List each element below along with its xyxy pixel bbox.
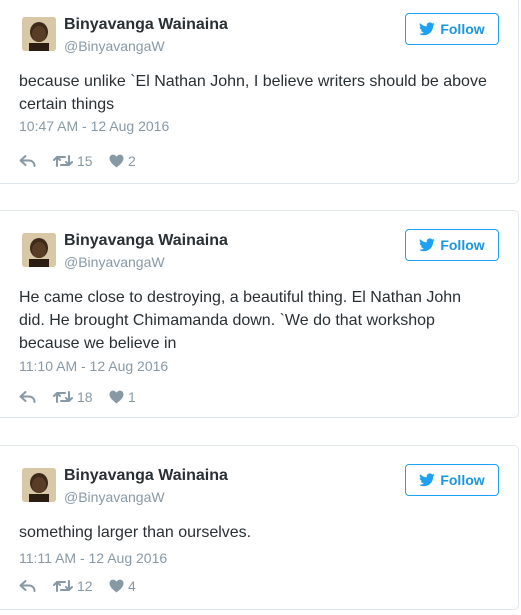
like-count: 1 (128, 389, 136, 405)
like-count: 4 (128, 578, 136, 594)
heart-icon (109, 579, 124, 593)
avatar[interactable] (22, 468, 56, 502)
like-button[interactable]: 1 (109, 389, 149, 405)
avatar[interactable] (22, 17, 56, 51)
author-name[interactable]: Binyavanga Wainaina (64, 231, 228, 251)
retweet-count: 15 (77, 153, 93, 169)
retweet-icon (53, 154, 73, 168)
follow-button[interactable]: Follow (405, 464, 499, 496)
like-button[interactable]: 4 (109, 578, 149, 594)
tweet-timestamp[interactable]: 11:10 AM - 12 Aug 2016 (19, 357, 168, 375)
retweet-button[interactable]: 12 (53, 578, 109, 594)
retweet-count: 18 (77, 389, 93, 405)
reply-icon (19, 579, 36, 593)
retweet-icon (53, 579, 73, 593)
twitter-bird-icon (419, 238, 436, 252)
heart-icon (109, 154, 124, 168)
author-name[interactable]: Binyavanga Wainaina (64, 466, 228, 486)
retweet-icon (53, 390, 73, 404)
retweet-count: 12 (77, 578, 93, 594)
retweet-button[interactable]: 18 (53, 389, 109, 405)
twitter-bird-icon (419, 22, 436, 36)
author-handle[interactable]: @BinyavangaW (64, 253, 165, 271)
tweet-text: something larger than ourselves. (19, 524, 252, 541)
reply-button[interactable] (19, 579, 53, 593)
follow-label: Follow (440, 472, 485, 488)
tweet-timestamp[interactable]: 11:11 AM - 12 Aug 2016 (19, 549, 167, 567)
reply-icon (19, 390, 36, 404)
like-button[interactable]: 2 (109, 153, 149, 169)
author-handle[interactable]: @BinyavangaW (64, 488, 165, 506)
tweet-actions: 15 2 (19, 151, 149, 171)
author-handle[interactable]: @BinyavangaW (64, 37, 165, 55)
reply-button[interactable] (19, 154, 53, 168)
tweet-card: Binyavanga Wainaina @BinyavangaW Follow … (0, 210, 519, 418)
reply-button[interactable] (19, 390, 53, 404)
twitter-bird-icon (419, 473, 436, 487)
tweet-card: Binyavanga Wainaina @BinyavangaW Follow … (0, 0, 519, 184)
tweet-timestamp[interactable]: 10:47 AM - 12 Aug 2016 (19, 117, 169, 135)
avatar[interactable] (22, 233, 56, 267)
tweet-card: Binyavanga Wainaina @BinyavangaW Follow … (0, 445, 519, 610)
follow-button[interactable]: Follow (405, 229, 499, 261)
author-name[interactable]: Binyavanga Wainaina (64, 15, 228, 35)
follow-button[interactable]: Follow (405, 13, 499, 45)
tweet-text: because unlike `El Nathan John, I believ… (19, 73, 487, 113)
tweet-actions: 18 1 (19, 387, 149, 407)
tweet-actions: 12 4 (19, 576, 149, 596)
retweet-button[interactable]: 15 (53, 153, 109, 169)
like-count: 2 (128, 153, 136, 169)
heart-icon (109, 390, 124, 404)
tweet-text: He came close to destroying, a beautiful… (19, 289, 462, 352)
follow-label: Follow (440, 237, 485, 253)
follow-label: Follow (440, 21, 485, 37)
reply-icon (19, 154, 36, 168)
